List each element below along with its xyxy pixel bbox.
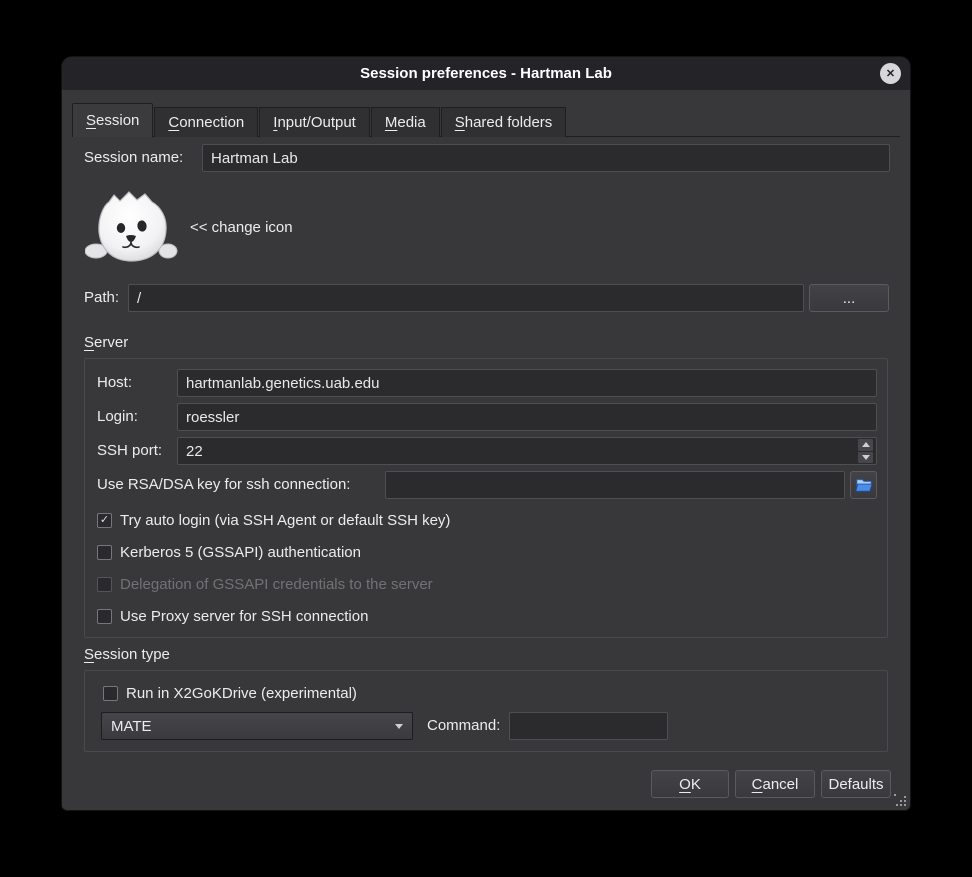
- auto-login-checkbox[interactable]: ✓: [97, 513, 112, 528]
- tab-input-output[interactable]: Input/Output: [259, 107, 370, 137]
- session-name-input[interactable]: [202, 144, 890, 172]
- session-type-group: Run in X2GoKDrive (experimental) MATE Co…: [84, 670, 888, 752]
- x2gokdrive-label: Run in X2GoKDrive (experimental): [126, 685, 357, 702]
- seal-icon: [85, 188, 178, 268]
- host-input[interactable]: [177, 369, 877, 397]
- kerberos-label: Kerberos 5 (GSSAPI) authentication: [120, 544, 361, 561]
- close-button[interactable]: ✕: [880, 63, 901, 84]
- checkbox-row-kerberos[interactable]: Kerberos 5 (GSSAPI) authentication: [97, 542, 361, 562]
- session-name-label: Session name:: [84, 144, 183, 172]
- session-preferences-dialog: Session preferences - Hartman Lab ✕ Sess…: [62, 57, 910, 810]
- rsa-key-label: Use RSA/DSA key for ssh connection:: [97, 471, 350, 499]
- kerberos-checkbox[interactable]: [97, 545, 112, 560]
- titlebar[interactable]: Session preferences - Hartman Lab ✕: [62, 57, 910, 90]
- login-label: Login:: [97, 403, 138, 431]
- resize-grip-dots: [894, 794, 896, 796]
- command-label: Command:: [427, 712, 500, 740]
- auto-login-label: Try auto login (via SSH Agent or default…: [120, 512, 450, 529]
- ssh-port-spinner: [857, 438, 874, 464]
- session-type-group-title: Session type: [84, 646, 170, 664]
- x2gokdrive-checkbox[interactable]: [103, 686, 118, 701]
- ssh-port-spin-down[interactable]: [858, 452, 873, 464]
- tab-shared-folders[interactable]: Shared folders: [441, 107, 567, 137]
- tab-session[interactable]: Session: [72, 103, 153, 137]
- server-group-title: Server: [84, 334, 128, 352]
- checkbox-row-auto-login[interactable]: ✓ Try auto login (via SSH Agent or defau…: [97, 510, 450, 530]
- chevron-down-icon: [395, 724, 403, 729]
- path-label: Path:: [84, 284, 119, 312]
- session-type-select[interactable]: MATE: [101, 712, 413, 740]
- change-icon-label: << change icon: [190, 214, 293, 242]
- tab-bar: Session Connection Input/Output Media Sh…: [72, 103, 567, 137]
- gssapi-delegation-checkbox: [97, 577, 112, 592]
- host-label: Host:: [97, 369, 132, 397]
- window-title: Session preferences - Hartman Lab: [360, 65, 612, 82]
- cancel-button[interactable]: Cancel: [735, 770, 815, 798]
- folder-open-icon: [855, 477, 873, 493]
- path-input[interactable]: [128, 284, 804, 312]
- ssh-port-input[interactable]: [177, 437, 877, 465]
- proxy-label: Use Proxy server for SSH connection: [120, 608, 368, 625]
- rsa-key-browse-button[interactable]: [850, 471, 877, 499]
- session-type-value: MATE: [111, 718, 152, 735]
- login-input[interactable]: [177, 403, 877, 431]
- arrow-up-icon: [862, 442, 870, 447]
- session-icon-button[interactable]: [85, 188, 178, 268]
- tab-connection[interactable]: Connection: [154, 107, 258, 137]
- checkbox-row-proxy[interactable]: Use Proxy server for SSH connection: [97, 606, 368, 626]
- resize-grip[interactable]: [894, 794, 907, 807]
- server-group: Host: Login: SSH port: Use RSA/DSA key f…: [84, 358, 888, 638]
- close-icon: ✕: [886, 67, 895, 80]
- ok-button[interactable]: OK: [651, 770, 729, 798]
- gssapi-delegation-label: Delegation of GSSAPI credentials to the …: [120, 576, 433, 593]
- checkbox-row-gssapi-delegation: Delegation of GSSAPI credentials to the …: [97, 574, 433, 594]
- proxy-checkbox[interactable]: [97, 609, 112, 624]
- arrow-down-icon: [862, 455, 870, 460]
- ssh-port-spin-up[interactable]: [858, 439, 873, 451]
- tab-media[interactable]: Media: [371, 107, 440, 137]
- browse-path-button[interactable]: ...: [809, 284, 889, 312]
- checkbox-row-x2gokdrive[interactable]: Run in X2GoKDrive (experimental): [103, 683, 357, 703]
- ssh-port-label: SSH port:: [97, 437, 162, 465]
- rsa-key-input[interactable]: [385, 471, 845, 499]
- command-input[interactable]: [509, 712, 668, 740]
- defaults-button[interactable]: Defaults: [821, 770, 891, 798]
